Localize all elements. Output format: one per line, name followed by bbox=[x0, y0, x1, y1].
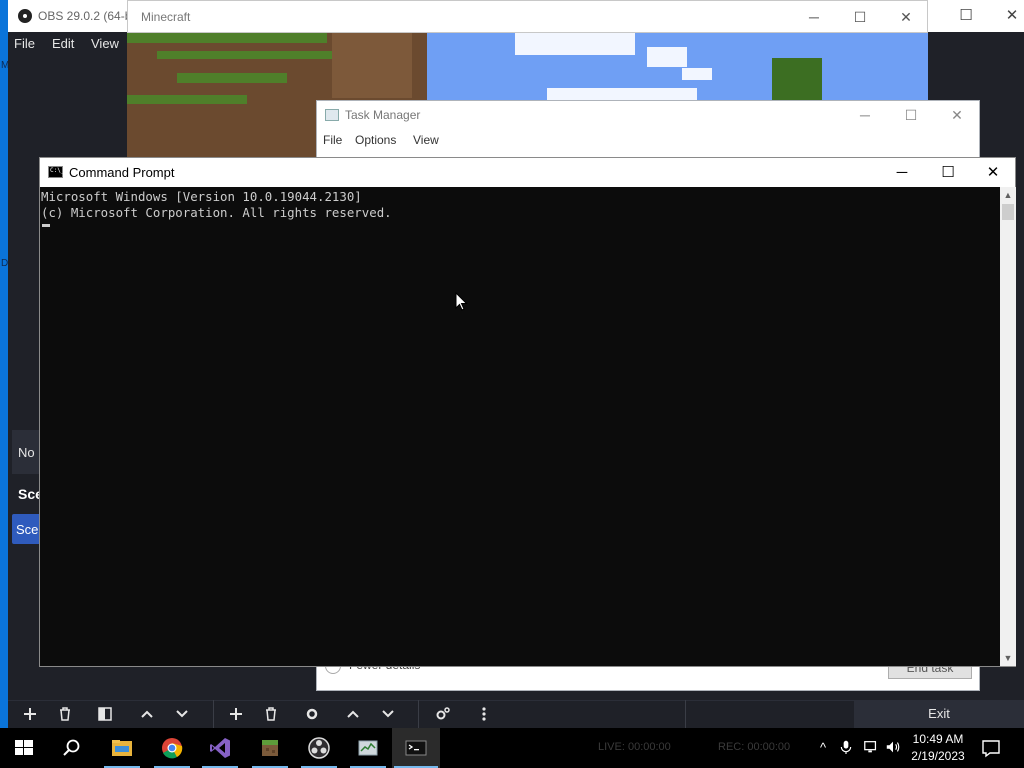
scene-move-down-chevron-down-icon[interactable] bbox=[171, 703, 193, 725]
windows-start-icon bbox=[15, 740, 33, 755]
audio-mixer-gears-icon[interactable] bbox=[432, 703, 454, 725]
network-icon[interactable] bbox=[862, 738, 880, 758]
command-prompt-window[interactable]: Command Prompt ─ ☐ ✕ Microsoft Windows [… bbox=[39, 157, 1016, 667]
taskbar-file-explorer[interactable] bbox=[98, 728, 146, 768]
task-manager-title: Task Manager bbox=[345, 108, 421, 122]
obs-menu-edit[interactable]: Edit bbox=[52, 36, 74, 51]
volume-icon[interactable] bbox=[884, 738, 902, 758]
obs-menu-file[interactable]: File bbox=[14, 36, 35, 51]
command-prompt-maximize-button[interactable]: ☐ bbox=[925, 158, 971, 187]
notifications-icon[interactable] bbox=[980, 738, 1002, 758]
search-button[interactable] bbox=[48, 728, 96, 768]
scene-filter-icon[interactable] bbox=[94, 703, 116, 725]
task-manager-menu-options[interactable]: Options bbox=[355, 133, 396, 147]
taskbar-task-manager[interactable] bbox=[344, 728, 392, 768]
taskbar-command-prompt[interactable] bbox=[392, 728, 440, 768]
add-scene-plus-icon[interactable] bbox=[19, 703, 41, 725]
obs-exit-button[interactable]: Exit bbox=[854, 700, 1024, 728]
task-manager-icon bbox=[358, 740, 378, 756]
scroll-down-arrow-icon[interactable]: ▼ bbox=[1000, 650, 1016, 666]
clock-date[interactable]: 2/19/2023 bbox=[904, 749, 972, 763]
source-move-up-chevron-up-icon[interactable] bbox=[342, 703, 364, 725]
add-source-plus-icon[interactable] bbox=[225, 703, 247, 725]
command-prompt-close-button[interactable]: ✕ bbox=[970, 158, 1016, 187]
obs-icon bbox=[308, 737, 330, 759]
source-properties-gear-icon[interactable] bbox=[301, 703, 323, 725]
taskbar-visual-studio[interactable] bbox=[196, 728, 244, 768]
obs-rec-status: REC: 00:00:00 bbox=[718, 741, 791, 753]
mouse-pointer-icon bbox=[455, 292, 468, 311]
visual-studio-icon bbox=[210, 738, 230, 758]
command-prompt-icon bbox=[405, 740, 427, 756]
windows-taskbar: LIVE: 00:00:00 REC: 00:00:00 ^ 10:49 AM … bbox=[0, 728, 1024, 768]
desktop-background-strip: M D bbox=[0, 0, 9, 728]
start-button[interactable] bbox=[0, 728, 48, 768]
remove-source-trash-icon[interactable] bbox=[260, 703, 282, 725]
task-manager-minimize-button[interactable]: ─ bbox=[845, 104, 885, 126]
command-prompt-icon bbox=[48, 166, 64, 178]
obs-maximize-button[interactable]: ☐ bbox=[948, 4, 984, 28]
chrome-icon bbox=[162, 738, 183, 759]
remove-scene-trash-icon[interactable] bbox=[54, 703, 76, 725]
minecraft-close-button[interactable]: ✕ bbox=[886, 6, 926, 28]
minecraft-titlebar[interactable]: Minecraft ─ ☐ ✕ bbox=[127, 0, 928, 33]
task-manager-menu-file[interactable]: File bbox=[323, 133, 342, 147]
minecraft-minimize-button[interactable]: ─ bbox=[794, 6, 834, 28]
command-prompt-minimize-button[interactable]: ─ bbox=[879, 158, 925, 187]
obs-window-title: OBS 29.0.2 (64-bi bbox=[38, 9, 135, 23]
show-hidden-icons-chevron-up-icon[interactable]: ^ bbox=[814, 738, 832, 758]
text-cursor bbox=[42, 224, 50, 227]
task-manager-menu-view[interactable]: View bbox=[413, 133, 439, 147]
taskbar-minecraft[interactable] bbox=[246, 728, 294, 768]
clock-time[interactable]: 10:49 AM bbox=[908, 732, 968, 746]
task-manager-titlebar[interactable]: Task Manager ─ ☐ ✕ bbox=[317, 101, 979, 129]
console-output[interactable]: Microsoft Windows [Version 10.0.19044.21… bbox=[40, 187, 1000, 666]
task-manager-icon bbox=[325, 109, 339, 121]
obs-live-status: LIVE: 00:00:00 bbox=[598, 741, 671, 753]
console-line-copyright: (c) Microsoft Corporation. All rights re… bbox=[41, 205, 392, 220]
obs-logo-icon bbox=[18, 9, 32, 23]
obs-menu-view[interactable]: View bbox=[91, 36, 119, 51]
task-manager-close-button[interactable]: ✕ bbox=[937, 104, 977, 126]
scene-move-up-chevron-up-icon[interactable] bbox=[136, 703, 158, 725]
file-explorer-icon bbox=[112, 740, 132, 756]
source-move-down-chevron-down-icon[interactable] bbox=[377, 703, 399, 725]
minecraft-window-title: Minecraft bbox=[141, 10, 191, 24]
microphone-icon[interactable] bbox=[837, 738, 855, 758]
task-manager-maximize-button[interactable]: ☐ bbox=[891, 104, 931, 126]
taskbar-chrome[interactable] bbox=[148, 728, 196, 768]
scroll-up-arrow-icon[interactable]: ▲ bbox=[1000, 187, 1016, 203]
console-scrollbar[interactable]: ▲ ▼ bbox=[1000, 187, 1016, 666]
console-line-version: Microsoft Windows [Version 10.0.19044.21… bbox=[41, 189, 362, 204]
more-vertical-icon[interactable] bbox=[473, 703, 495, 725]
command-prompt-titlebar[interactable]: Command Prompt ─ ☐ ✕ bbox=[40, 158, 1015, 187]
scroll-thumb[interactable] bbox=[1002, 204, 1014, 220]
desktop-screen: M D OBS 29.0.2 (64-bi ☐ ✕ File Edit View… bbox=[0, 0, 1024, 768]
search-icon bbox=[63, 739, 80, 756]
command-prompt-title: Command Prompt bbox=[69, 165, 175, 180]
minecraft-maximize-button[interactable]: ☐ bbox=[840, 6, 880, 28]
minecraft-icon bbox=[262, 740, 278, 756]
taskbar-obs[interactable] bbox=[295, 728, 343, 768]
obs-close-button[interactable]: ✕ bbox=[994, 4, 1024, 28]
